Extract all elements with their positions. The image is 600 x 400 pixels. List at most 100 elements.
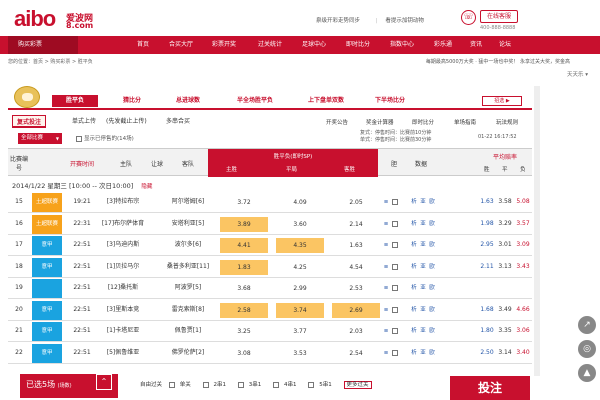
odds-draw[interactable]: 3.74: [276, 302, 324, 318]
data-link[interactable]: 亚: [419, 235, 427, 255]
opt-more[interactable]: 更多过关: [343, 381, 372, 389]
data-link[interactable]: 亚: [419, 192, 427, 212]
nav-caile[interactable]: 彩乐通: [426, 36, 460, 54]
bet-checkbox[interactable]: [392, 263, 398, 270]
away-team[interactable]: 桑普多利亚[11]: [166, 257, 210, 277]
home-team[interactable]: [3]特拉布宗: [100, 192, 146, 212]
filter-select-button[interactable]: 招选 ▶: [482, 96, 522, 106]
odds-draw[interactable]: 2.99: [276, 281, 324, 296]
table-row[interactable]: 15 土超联赛 19:21 [3]特拉布宗 阿尔塔姆[6] 3.72 4.09 2.05 ≡ 析亚…: [8, 192, 532, 213]
table-row[interactable]: 16 土超联赛 22:31 [17]布尔萨体育 安塔利亚[5] 3.89 3.60 2.14 ≡…: [8, 214, 532, 235]
match-select[interactable]: 全部比赛: [18, 133, 62, 144]
show-stopped-checkbox[interactable]: 显示已停售的(14场): [76, 134, 134, 142]
data-link[interactable]: 欧: [428, 343, 436, 363]
data-link[interactable]: 析: [410, 343, 418, 363]
data-link[interactable]: 亚: [419, 321, 427, 341]
link-guide[interactable]: 单场指南: [454, 118, 476, 126]
data-link[interactable]: 欧: [428, 278, 436, 298]
online-service-button[interactable]: 在线客服: [480, 10, 518, 23]
home-team[interactable]: [3]乌迪内斯: [100, 235, 146, 255]
opt-4c1[interactable]: 4串1: [273, 381, 302, 388]
nav-hall[interactable]: 合买大厅: [162, 36, 200, 54]
trend-icon[interactable]: ≡: [382, 300, 390, 320]
opt-free[interactable]: 自由过关: [140, 382, 162, 388]
table-row[interactable]: 18 意甲 22:51 [1]贝拉马尔 桑普多利亚[11] 1.83 4.25 4.54 ≡ 析亚…: [8, 257, 532, 278]
tab-half-full[interactable]: 半全场胜平负: [224, 95, 286, 107]
collapse-toggle-icon[interactable]: ⌃: [96, 374, 112, 390]
odds-win[interactable]: 4.41: [220, 238, 268, 253]
top-link-2[interactable]: 看提示加钥动物: [385, 18, 424, 24]
trend-icon[interactable]: ≡: [382, 257, 390, 277]
data-link[interactable]: 欧: [428, 214, 436, 234]
link-live[interactable]: 即时比分: [412, 118, 434, 126]
tab-updown[interactable]: 上下盘单双数: [296, 95, 356, 107]
odds-draw[interactable]: 4.09: [276, 195, 324, 210]
data-link[interactable]: 欧: [428, 192, 436, 212]
opt-3c1[interactable]: 3串1: [237, 381, 267, 388]
bet-checkbox[interactable]: [392, 328, 398, 334]
away-team[interactable]: 阿尔塔姆[6]: [166, 192, 210, 212]
odds-win[interactable]: 1.83: [220, 259, 268, 275]
table-row[interactable]: 22 意甲 22:51 [5]佩鲁维亚 佛罗伦萨[2] 3.08 3.53 2.54 ≡ 析亚欧 2…: [8, 343, 532, 364]
tab-total-goals[interactable]: 总进球数: [164, 95, 212, 107]
home-team[interactable]: [5]佩鲁维亚: [100, 343, 146, 363]
data-link[interactable]: 亚: [419, 343, 427, 363]
home-team[interactable]: [1]贝拉马尔: [100, 257, 146, 277]
table-row[interactable]: 21 意甲 22:51 [1]卡塔尼亚 佩鲁贾[1] 3.25 3.77 2.03 ≡ 析亚欧 1.…: [8, 321, 532, 342]
top-link-1[interactable]: 泉级开彩走势同步: [316, 18, 360, 24]
odds-win[interactable]: 3.08: [220, 346, 268, 361]
nav-news[interactable]: 资讯: [464, 36, 488, 54]
trend-icon[interactable]: ≡: [382, 321, 390, 341]
site-logo[interactable]: aibo 爱波网 8.com: [14, 8, 104, 34]
odds-lose[interactable]: 1.63: [332, 238, 380, 253]
bet-checkbox[interactable]: [392, 349, 398, 356]
odds-draw[interactable]: 4.25: [276, 260, 324, 275]
odds-draw[interactable]: 3.77: [276, 324, 324, 339]
data-link[interactable]: 析: [410, 321, 418, 341]
link-calculator[interactable]: 奖金计算器: [366, 118, 394, 126]
bet-checkbox[interactable]: [392, 220, 398, 227]
data-link[interactable]: 亚: [419, 278, 427, 298]
nav-buy-lottery[interactable]: 购买彩票: [8, 36, 78, 54]
odds-draw[interactable]: 4.35: [276, 238, 324, 253]
bet-checkbox[interactable]: [392, 285, 398, 291]
link-announce[interactable]: 开奖公告: [326, 118, 348, 126]
trend-icon[interactable]: ≡: [382, 343, 390, 363]
away-team[interactable]: 佛罗伦萨[2]: [166, 343, 210, 363]
nav-home[interactable]: 首页: [128, 36, 158, 54]
odds-lose[interactable]: 2.14: [332, 217, 380, 232]
nav-index[interactable]: 指数中心: [382, 36, 422, 54]
table-row[interactable]: 17 意甲 22:51 [3]乌迪内斯 波尔多[6] 4.41 4.35 1.63 ≡ 析亚欧 2.…: [8, 235, 532, 256]
odds-win[interactable]: 3.68: [220, 281, 268, 296]
tiantian-link[interactable]: 天天乐 ▾: [567, 70, 588, 78]
trend-icon[interactable]: ≡: [382, 214, 390, 234]
data-link[interactable]: 欧: [428, 235, 436, 255]
hide-link[interactable]: 隐藏: [141, 184, 152, 190]
odds-lose[interactable]: 2.53: [332, 281, 380, 296]
data-link[interactable]: 析: [410, 300, 418, 320]
home-team[interactable]: [3]里斯本竞: [100, 300, 146, 320]
subtab-multi[interactable]: 复式投注: [12, 115, 47, 128]
opt-2c1[interactable]: 2串1: [202, 381, 232, 388]
trend-icon[interactable]: ≡: [382, 278, 390, 298]
subtab-single[interactable]: 单式上传: [72, 115, 96, 128]
data-link[interactable]: 析: [410, 235, 418, 255]
opt-5c1[interactable]: 5串1: [308, 381, 337, 388]
odds-win[interactable]: 3.25: [220, 324, 268, 339]
away-team[interactable]: 佩鲁贾[1]: [166, 321, 210, 341]
home-team[interactable]: [17]布尔萨体育: [100, 214, 146, 234]
data-link[interactable]: 亚: [419, 257, 427, 277]
data-link[interactable]: 欧: [428, 257, 436, 277]
link-rules[interactable]: 玩法规则: [496, 118, 518, 126]
odds-win[interactable]: 3.89: [220, 216, 268, 232]
away-team[interactable]: 安塔利亚[5]: [166, 214, 210, 234]
odds-lose[interactable]: 2.69: [332, 302, 380, 318]
odds-lose[interactable]: 2.03: [332, 324, 380, 339]
data-link[interactable]: 析: [410, 214, 418, 234]
bet-checkbox[interactable]: [392, 199, 398, 205]
home-team[interactable]: [1]卡塔尼亚: [100, 321, 146, 341]
weibo-icon[interactable]: ◎: [578, 340, 596, 358]
data-link[interactable]: 析: [410, 192, 418, 212]
nav-stats[interactable]: 过关统计: [250, 36, 290, 54]
odds-lose[interactable]: 4.54: [332, 260, 380, 275]
